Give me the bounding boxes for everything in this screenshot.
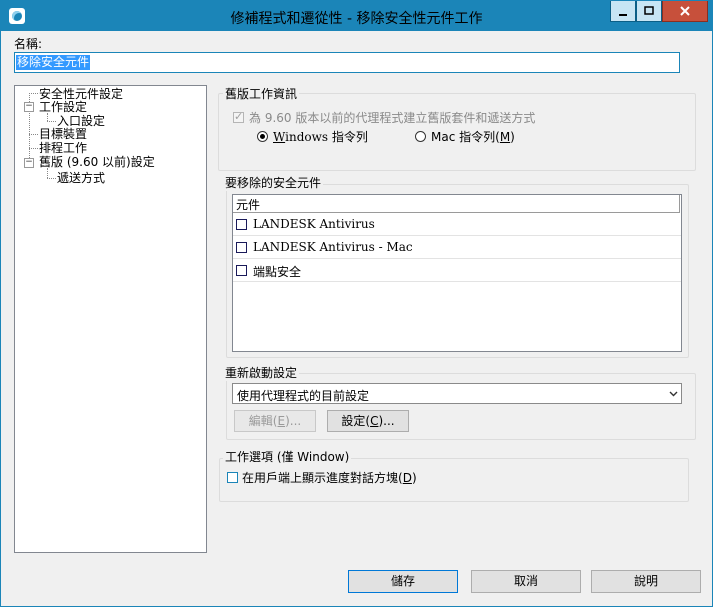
table-row[interactable]: LANDESK Antivirus (233, 213, 681, 236)
create-legacy-label: 為 9.60 版本以前的代理程式建立舊版套件和遞送方式 (249, 111, 536, 125)
component-label: LANDESK Antivirus - Mac (253, 240, 413, 254)
component-label: 端點安全 (253, 265, 302, 279)
reboot-group-title: 重新啟動設定 (223, 364, 300, 381)
tree-item-legacy-settings[interactable]: 舊版 (9.60 以前)設定 (39, 155, 155, 169)
tree-line (47, 178, 56, 179)
tree-line (47, 113, 48, 121)
table-row[interactable]: 端點安全 (233, 259, 681, 282)
windows-commandline-label: Windows 指令列 (273, 130, 368, 144)
help-button[interactable]: 說明 (591, 570, 701, 593)
edit-button[interactable]: 編輯(E)... (234, 410, 316, 432)
show-progress-label: 在用戶端上顯示進度對話方塊(D) (242, 471, 417, 485)
tree-line (29, 148, 38, 149)
settings-tree[interactable]: − − 安全性元件設定 工作設定 入口設定 目標裝置 排程工作 舊版 (9.60… (14, 85, 207, 553)
tree-item-schedule-task[interactable]: 排程工作 (39, 141, 87, 155)
mac-commandline-radio[interactable] (415, 131, 426, 142)
windows-commandline-radio[interactable] (257, 131, 268, 142)
create-legacy-checkbox[interactable] (233, 110, 244, 123)
component-checkbox[interactable] (236, 265, 247, 276)
chevron-down-icon (669, 391, 678, 397)
task-options-group-title: 工作選項 (僅 Window) (223, 448, 352, 465)
tree-line (29, 93, 38, 94)
tree-collapse-icon[interactable]: − (24, 158, 34, 168)
minimize-button[interactable] (610, 1, 636, 22)
component-label: LANDESK Antivirus (253, 217, 375, 231)
tree-item-portal-settings[interactable]: 入口設定 (57, 114, 105, 128)
settings-button[interactable]: 設定(C)... (327, 410, 409, 432)
title-bar: 修補程式和遷從性 - 移除安全性元件工作 (1, 1, 712, 31)
save-button[interactable]: 儲存 (348, 570, 458, 593)
component-checkbox[interactable] (236, 219, 247, 230)
components-group-title: 要移除的安全元件 (223, 174, 324, 191)
reboot-settings-select[interactable]: 使用代理程式的目前設定 (232, 383, 682, 404)
maximize-button[interactable] (636, 1, 662, 22)
tree-line (47, 121, 56, 122)
components-column-header[interactable]: 元件 (233, 195, 680, 213)
legacy-group-title: 舊版工作資訊 (223, 85, 300, 102)
mac-commandline-label: Mac 指令列(M) (431, 130, 515, 144)
close-button[interactable] (662, 1, 708, 22)
name-input[interactable]: 移除安全元件 (14, 52, 680, 73)
table-row[interactable]: LANDESK Antivirus - Mac (233, 236, 681, 259)
name-input-value: 移除安全元件 (16, 55, 91, 70)
tree-item-security-component-settings[interactable]: 安全性元件設定 (39, 87, 123, 101)
reboot-settings-value: 使用代理程式的目前設定 (237, 389, 370, 403)
tree-item-task-settings[interactable]: 工作設定 (39, 100, 87, 114)
show-progress-checkbox[interactable] (227, 472, 238, 483)
dialog-window: 修補程式和遷從性 - 移除安全性元件工作 名稱: 移除安全元件 − − 安全性元… (0, 0, 713, 607)
column-header-label: 元件 (236, 198, 261, 212)
close-icon (680, 6, 690, 16)
tree-item-target-devices[interactable]: 目標裝置 (39, 127, 87, 141)
window-title: 修補程式和遷從性 - 移除安全性元件工作 (230, 11, 483, 27)
tree-line (29, 134, 38, 135)
tree-item-delivery-method[interactable]: 遞送方式 (57, 171, 105, 185)
name-label: 名稱: (14, 37, 43, 51)
tree-collapse-icon[interactable]: − (24, 102, 34, 112)
minimize-icon (619, 14, 627, 16)
cancel-button[interactable]: 取消 (471, 570, 581, 593)
components-list[interactable]: 元件 LANDESK Antivirus LANDESK Antivirus -… (232, 194, 682, 352)
tree-line (47, 168, 48, 178)
maximize-icon (644, 6, 654, 15)
component-checkbox[interactable] (236, 242, 247, 253)
